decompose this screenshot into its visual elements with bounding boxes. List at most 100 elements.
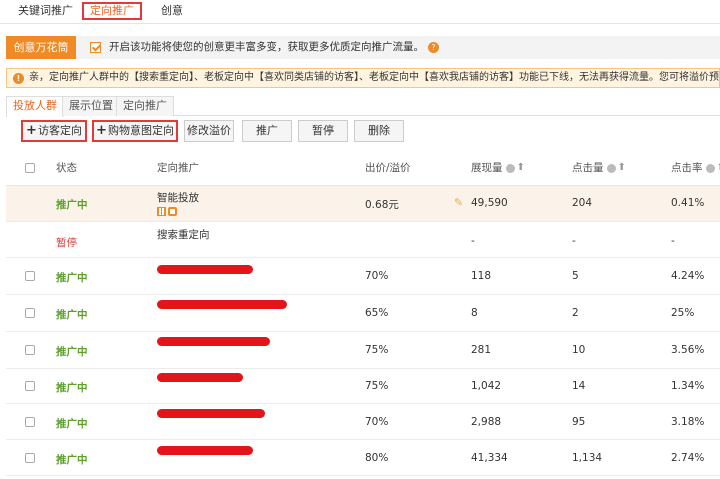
impressions-cell: 41,334 (471, 452, 508, 464)
impressions-cell: 2,988 (471, 416, 502, 428)
sort-up-icon[interactable]: ⬆ (717, 150, 720, 186)
add-shopping-intent-button[interactable]: +购物意图定向 (92, 120, 178, 142)
promote-button[interactable]: 推广 (242, 120, 292, 142)
table-row[interactable]: 推广中 70% 118 5 4.24% (6, 258, 720, 295)
target-name-cell: 搜索重定向 (157, 229, 210, 241)
plus-icon: + (26, 123, 37, 138)
info-icon[interactable] (606, 163, 616, 173)
clicks-cell: 5 (572, 270, 579, 282)
impressions-cell: 118 (471, 270, 492, 282)
table-row[interactable]: 推广中 80% 41,334 1,134 2.74% (6, 440, 720, 476)
status-cell: 推广中 (56, 382, 88, 394)
clicks-label: 点击量 (572, 162, 604, 174)
impressions-cell: - (471, 235, 475, 247)
row-checkbox[interactable] (25, 381, 35, 391)
top-tab-bar: 关键词推广 定向推广 创意 (0, 0, 720, 24)
status-cell: 推广中 (56, 418, 88, 430)
visitor-targeting-label: 访客定向 (37, 124, 82, 137)
pause-tag-icon (157, 207, 166, 216)
smart-tags (157, 206, 177, 219)
clicks-cell: 10 (572, 344, 586, 356)
ctr-cell: 3.56% (671, 344, 705, 356)
impressions-cell: 8 (471, 307, 478, 319)
tab-placement[interactable]: 展示位置 (62, 96, 120, 116)
status-cell: 推广中 (56, 199, 88, 211)
table-row[interactable]: 推广中 智能投放 0.68元 ✎ 49,590 204 0.41% (6, 186, 720, 222)
status-cell: 暂停 (56, 237, 77, 249)
redacted-target-name (157, 265, 253, 274)
add-visitor-targeting-button[interactable]: +访客定向 (21, 120, 87, 142)
tab-targeting[interactable]: 定向推广 (116, 96, 174, 116)
redacted-target-name (157, 373, 243, 382)
column-ctr[interactable]: 点击率 ⬆ (671, 150, 720, 186)
enable-creative-checkbox[interactable] (90, 42, 101, 53)
clicks-cell: 95 (572, 416, 586, 428)
creative-kaleidoscope-button[interactable]: 创意万花筒 (6, 36, 76, 59)
ctr-cell: 2.74% (671, 452, 705, 464)
column-bid: 出价/溢价 (365, 162, 411, 174)
bid-cell: 75% (365, 344, 389, 356)
sort-up-icon[interactable]: ⬆ (517, 150, 525, 186)
warning-icon: ! (13, 73, 24, 84)
clicks-cell: 1,134 (572, 452, 603, 464)
bid-cell: 75% (365, 380, 389, 392)
pause-button[interactable]: 暂停 (298, 120, 348, 142)
shopping-intent-label: 购物意图定向 (107, 124, 174, 137)
tab-creative[interactable]: 创意 (155, 2, 189, 20)
status-cell: 推广中 (56, 346, 88, 358)
status-cell: 推广中 (56, 272, 88, 284)
delete-button[interactable]: 删除 (354, 120, 404, 142)
clicks-cell: 14 (572, 380, 586, 392)
sort-up-icon[interactable]: ⬆ (618, 150, 626, 186)
modify-bid-button[interactable]: 修改溢价 (184, 120, 234, 142)
help-icon[interactable]: ? (428, 41, 439, 53)
tab-keyword-promotion[interactable]: 关键词推广 (12, 2, 79, 20)
redacted-target-name (157, 409, 265, 418)
bid-cell: 0.68元 (365, 199, 399, 211)
status-cell: 推广中 (56, 454, 88, 466)
tab-audience[interactable]: 投放人群 (6, 96, 64, 117)
table-row[interactable]: 推广中 65% 8 2 25% (6, 295, 720, 332)
row-checkbox[interactable] (25, 271, 35, 281)
ctr-label: 点击率 (671, 162, 703, 174)
bid-cell: 80% (365, 452, 389, 464)
table-row[interactable]: 推广中 70% 2,988 95 3.18% (6, 404, 720, 440)
clicks-cell: 204 (572, 197, 593, 209)
column-clicks[interactable]: 点击量 ⬆ (572, 150, 626, 186)
impressions-label: 展现量 (471, 162, 503, 174)
ctr-cell: 3.18% (671, 416, 705, 428)
redacted-target-name (157, 446, 253, 455)
row-checkbox[interactable] (25, 453, 35, 463)
bid-cell: 70% (365, 270, 389, 282)
copy-tag-icon (168, 207, 177, 216)
column-target: 定向推广 (157, 162, 199, 174)
select-all-checkbox[interactable] (25, 163, 35, 173)
banner-description: 开启该功能将使您的创意更丰富多变，获取更多优质定向推广流量。 (109, 41, 424, 53)
table-row[interactable]: 推广中 75% 1,042 14 1.34% (6, 369, 720, 404)
ctr-cell: - (671, 235, 675, 247)
table-row[interactable]: 暂停 搜索重定向 - - - (6, 222, 720, 258)
table-header: 状态 定向推广 出价/溢价 展现量 ⬆ 点击量 ⬆ 点击率 ⬆ (6, 150, 720, 186)
banner-text: 开启该功能将使您的创意更丰富多变，获取更多优质定向推广流量。? (109, 36, 439, 59)
row-checkbox[interactable] (25, 417, 35, 427)
clicks-cell: - (572, 235, 576, 247)
column-impressions[interactable]: 展现量 ⬆ (471, 150, 525, 186)
ctr-cell: 0.41% (671, 197, 705, 209)
info-icon[interactable] (505, 163, 515, 173)
table-row[interactable]: 推广中 75% 281 10 3.56% (6, 332, 720, 369)
row-checkbox[interactable] (25, 345, 35, 355)
bid-cell: 65% (365, 307, 389, 319)
tab-targeted-promotion[interactable]: 定向推广 (82, 2, 142, 20)
sub-tab-bar: 投放人群 展示位置 定向推广 (6, 96, 720, 117)
edit-pencil-icon[interactable]: ✎ (454, 196, 463, 209)
redacted-target-name (157, 337, 270, 346)
notice-text: 亲，定向推广人群中的【搜索重定向】、老板定向中【喜欢同类店铺的访客】、老板定向中… (29, 72, 720, 83)
creative-banner: 创意万花筒 开启该功能将使您的创意更丰富多变，获取更多优质定向推广流量。? (6, 36, 720, 59)
status-cell: 推广中 (56, 309, 88, 321)
info-icon[interactable] (705, 163, 715, 173)
plus-icon: + (96, 123, 107, 138)
impressions-cell: 281 (471, 344, 492, 356)
ctr-cell: 1.34% (671, 380, 705, 392)
clicks-cell: 2 (572, 307, 579, 319)
row-checkbox[interactable] (25, 308, 35, 318)
